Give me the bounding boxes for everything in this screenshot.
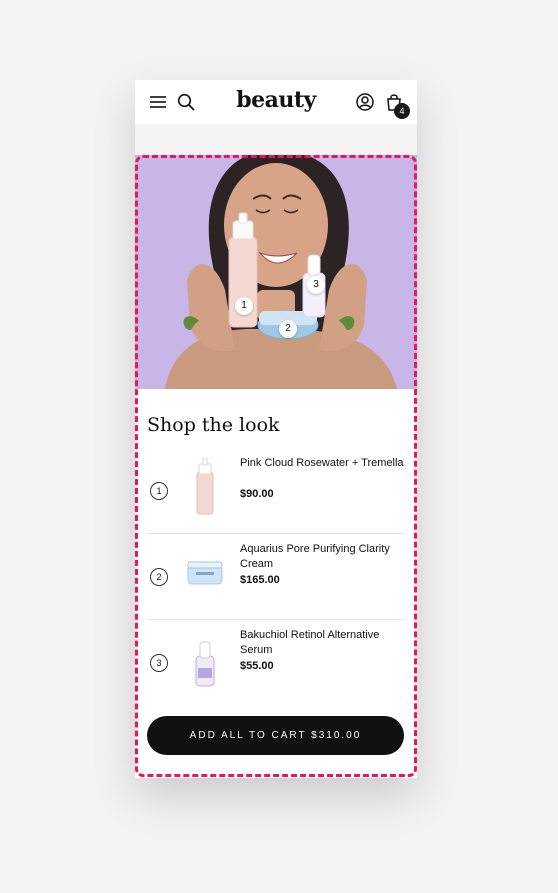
product-thumbnail	[187, 561, 223, 585]
product-row[interactable]: 2 Aquarius Pore Purifying Clarity Cream …	[147, 534, 405, 620]
product-number: 3	[150, 654, 168, 672]
site-header: beauty 4	[135, 80, 417, 124]
cart-count-badge: 4	[394, 103, 410, 119]
section-title: Shop the look	[147, 414, 280, 436]
product-row[interactable]: 3 Bakuchiol Retinol Alternative Serum $5…	[147, 620, 405, 706]
hero-image: 1 2 3	[135, 155, 417, 389]
hotspot-2[interactable]: 2	[279, 320, 297, 338]
product-row[interactable]: 1 Pink Cloud Rosewater + Tremella $90.00	[147, 448, 405, 534]
product-price: $165.00	[240, 574, 280, 586]
product-price: $55.00	[240, 660, 274, 672]
hotspot-1[interactable]: 1	[235, 297, 253, 315]
shop-the-look-card: 1 2 3 Shop the look 1 Pink Cloud Rosewat…	[135, 155, 417, 778]
model-with-products-image	[135, 155, 417, 389]
product-thumbnail	[195, 641, 215, 687]
product-number: 2	[150, 568, 168, 586]
account-icon[interactable]	[355, 92, 375, 112]
phone-frame: beauty 4 1 2 3 Shop the look 1 Pink Clou…	[135, 80, 417, 778]
product-name[interactable]: Pink Cloud Rosewater + Tremella	[240, 456, 405, 471]
product-name[interactable]: Aquarius Pore Purifying Clarity Cream	[240, 542, 405, 572]
hotspot-3[interactable]: 3	[307, 276, 325, 294]
product-number: 1	[150, 482, 168, 500]
product-price: $90.00	[240, 488, 274, 500]
product-thumbnail	[196, 458, 214, 515]
product-name[interactable]: Bakuchiol Retinol Alternative Serum	[240, 628, 405, 658]
add-all-to-cart-button[interactable]: ADD ALL TO CART $310.00	[147, 716, 404, 755]
